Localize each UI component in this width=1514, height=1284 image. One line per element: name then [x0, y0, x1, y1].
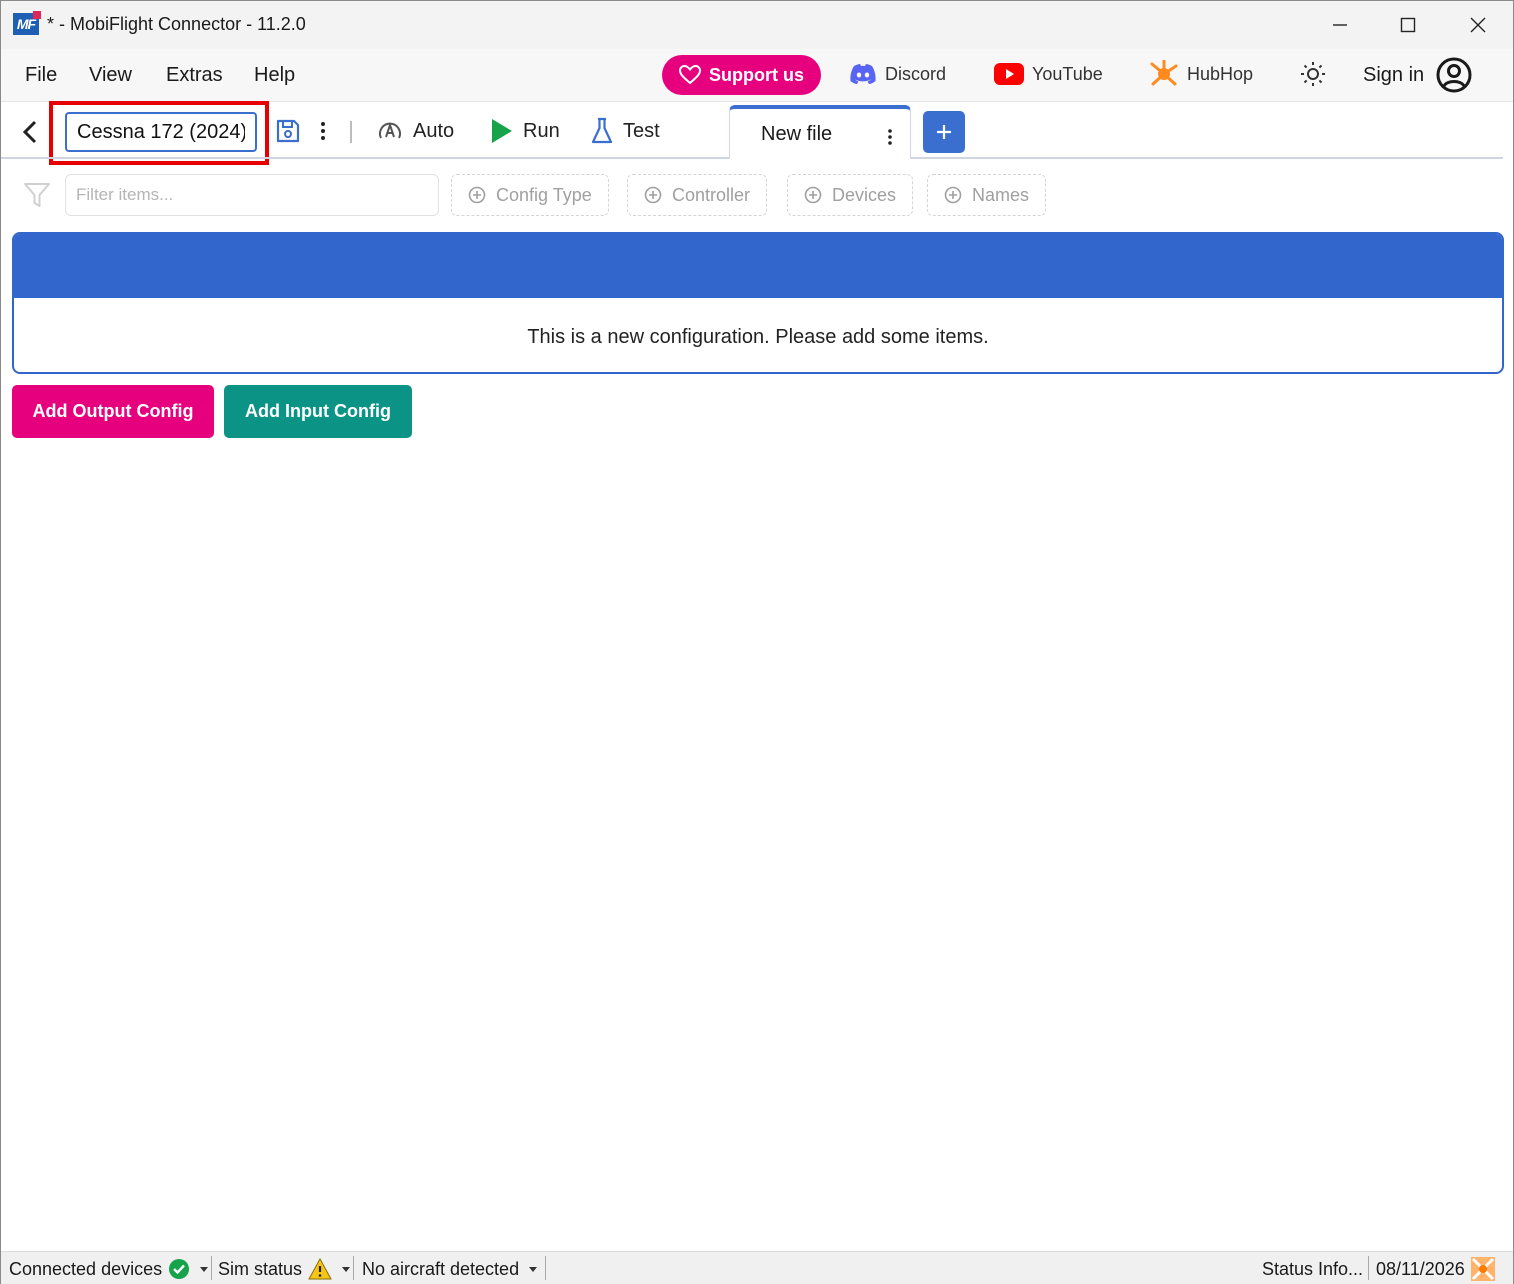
plus-circle-icon [804, 186, 822, 204]
sign-in-button[interactable]: Sign in [1363, 57, 1472, 93]
tab-label: New file [761, 123, 833, 145]
add-output-config-button[interactable]: Add Output Config [12, 385, 214, 438]
discord-label: Discord [885, 63, 947, 84]
status-divider [545, 1256, 546, 1280]
theme-toggle[interactable] [1300, 59, 1326, 89]
project-toolbar: Auto Run Test New file [1, 101, 1513, 165]
user-avatar-icon [1436, 57, 1472, 93]
sim-status-label: Sim status [218, 1258, 303, 1279]
chip-label: Config Type [496, 184, 592, 205]
tab-strip-border [1, 157, 729, 159]
app-window: MF * - MobiFlight Connector - 11.2.0 Fil… [0, 0, 1514, 1284]
hubhop-status-icon [1470, 1257, 1495, 1281]
tab-strip-border-right [911, 157, 1503, 159]
menu-help[interactable]: Help [254, 63, 295, 87]
run-button[interactable]: Run [491, 115, 560, 147]
sun-icon [1301, 62, 1325, 86]
status-bar: Connected devices Sim status No aircraft… [1, 1251, 1513, 1284]
auto-label: Auto [413, 119, 455, 142]
tab-new-file[interactable]: New file [729, 105, 911, 159]
maximize-icon [1400, 17, 1416, 33]
aircraft-status[interactable]: No aircraft detected [362, 1257, 538, 1281]
test-label: Test [623, 119, 660, 142]
chip-label: Devices [832, 184, 897, 205]
auto-button[interactable]: Auto [377, 115, 454, 147]
support-us-button[interactable]: Support us [662, 55, 821, 95]
mobiflight-logo-icon: MF [13, 11, 41, 35]
add-input-config-button[interactable]: Add Input Config [224, 385, 412, 438]
discord-link[interactable]: Discord [849, 59, 946, 89]
highlight-box [49, 101, 269, 165]
plus-circle-icon [644, 186, 662, 204]
config-list-header [14, 234, 1502, 298]
add-tab-button[interactable] [923, 111, 965, 153]
status-divider [211, 1256, 212, 1280]
chevron-down-icon [342, 1266, 351, 1272]
warning-icon [308, 1258, 332, 1280]
status-divider [1368, 1256, 1369, 1280]
status-date: 08/11/2026 [1376, 1257, 1495, 1281]
filter-chip-names[interactable]: Names [927, 174, 1047, 216]
youtube-label: YouTube [1032, 63, 1103, 84]
aircraft-status-label: No aircraft detected [362, 1258, 520, 1279]
close-icon [1470, 17, 1486, 33]
config-list-panel: This is a new configuration. Please add … [12, 232, 1504, 374]
support-us-label: Support us [709, 64, 804, 85]
minimize-icon [1333, 24, 1347, 26]
filter-chip-config-type[interactable]: Config Type [451, 174, 609, 216]
chevron-down-icon [529, 1266, 538, 1272]
chip-label: Controller [672, 184, 751, 205]
hubhop-icon [1150, 60, 1178, 86]
close-button[interactable] [1443, 1, 1513, 49]
filter-chip-devices[interactable]: Devices [787, 174, 914, 216]
menu-extras[interactable]: Extras [166, 63, 223, 87]
save-icon[interactable] [275, 118, 301, 144]
connected-devices-status[interactable]: Connected devices [9, 1257, 209, 1281]
hubhop-link[interactable]: HubHop [1149, 59, 1253, 89]
menu-view[interactable]: View [89, 63, 132, 87]
chip-label: Names [972, 184, 1030, 205]
window-title: * - MobiFlight Connector - 11.2.0 [47, 14, 306, 34]
plus-circle-icon [468, 186, 486, 204]
play-icon [492, 119, 512, 143]
toolbar-divider [350, 121, 352, 143]
test-button[interactable]: Test [591, 115, 660, 147]
hubhop-label: HubHop [1187, 63, 1254, 84]
filter-input[interactable] [65, 174, 439, 216]
flask-icon [591, 117, 613, 144]
youtube-link[interactable]: YouTube [994, 59, 1103, 89]
more-options-icon[interactable] [315, 118, 331, 144]
filter-icon [24, 183, 50, 207]
sim-status[interactable]: Sim status [218, 1257, 351, 1281]
auto-run-icon [379, 121, 401, 139]
youtube-icon [994, 63, 1024, 85]
date-label: 08/11/2026 [1376, 1258, 1465, 1279]
filter-chip-controller[interactable]: Controller [627, 174, 768, 216]
back-arrow-icon[interactable] [19, 119, 41, 145]
menu-file[interactable]: File [25, 63, 57, 87]
discord-icon [850, 64, 876, 84]
check-circle-icon [169, 1259, 190, 1279]
empty-config-message: This is a new configuration. Please add … [527, 326, 989, 348]
status-divider [353, 1256, 354, 1280]
plus-circle-icon [944, 186, 962, 204]
plus-icon [937, 125, 951, 139]
status-info-link[interactable]: Status Info... [1262, 1257, 1363, 1281]
sign-in-label: Sign in [1363, 63, 1425, 86]
connected-devices-label: Connected devices [9, 1258, 163, 1279]
run-label: Run [523, 119, 560, 142]
menu-bar: File View Extras Help Support us Discord… [1, 49, 1513, 102]
maximize-button[interactable] [1373, 1, 1443, 49]
minimize-button[interactable] [1305, 1, 1375, 49]
title-bar: MF * - MobiFlight Connector - 11.2.0 [1, 1, 1513, 49]
chevron-down-icon [200, 1266, 209, 1272]
heart-icon [679, 65, 701, 85]
tab-menu-icon[interactable] [884, 127, 896, 147]
